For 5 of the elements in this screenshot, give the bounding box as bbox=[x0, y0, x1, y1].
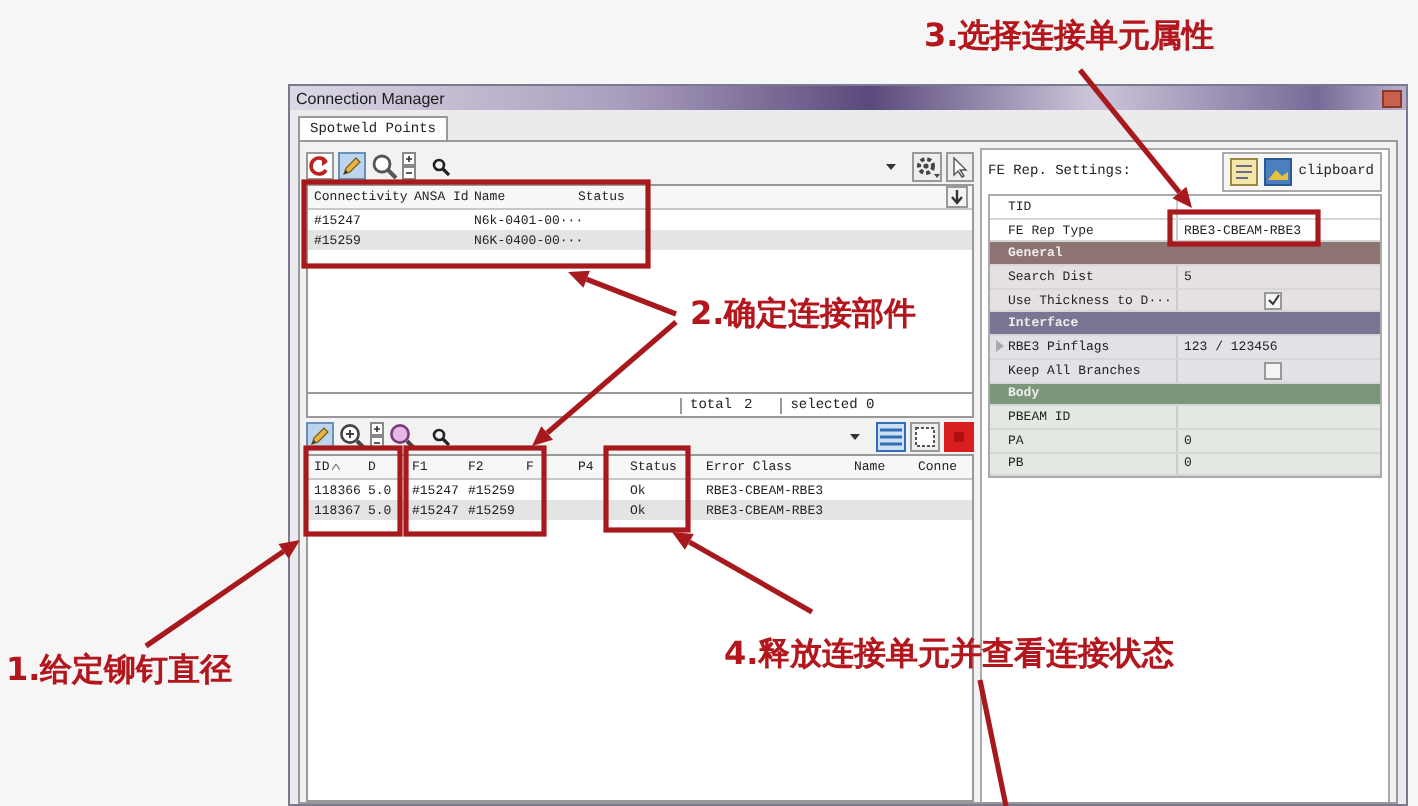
callout-text: 1.给定铆钉直径 bbox=[6, 654, 233, 686]
callout-text: 4.释放连接单元并查看连接状态 bbox=[724, 638, 1175, 670]
callout-text: 2.确定连接部件 bbox=[690, 298, 917, 330]
window-title: Connection Manager bbox=[296, 89, 445, 107]
callout-text: 3.选择连接单元属性 bbox=[924, 20, 1215, 52]
